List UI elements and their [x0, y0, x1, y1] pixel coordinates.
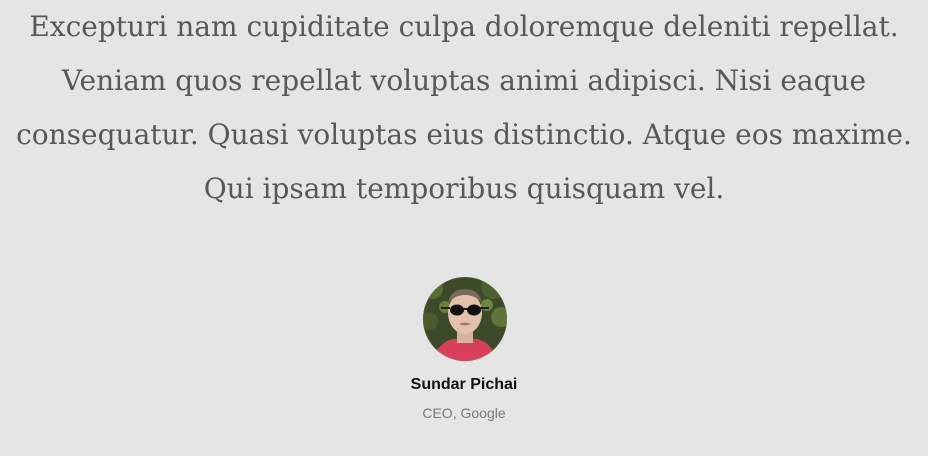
- author-role: CEO, Google: [422, 405, 506, 421]
- author-avatar: [423, 277, 507, 361]
- quote-line-1: Excepturi nam cupiditate culpa doloremqu…: [29, 10, 899, 43]
- quote-line-2: Veniam quos repellat voluptas animi adip…: [61, 64, 867, 97]
- testimonial-section: Excepturi nam cupiditate culpa doloremqu…: [0, 0, 928, 456]
- avatar-photo: [423, 277, 507, 361]
- quote-line-3: consequatur. Quasi voluptas eius distinc…: [16, 118, 912, 151]
- testimonial-quote: Excepturi nam cupiditate culpa doloremqu…: [0, 0, 928, 216]
- quote-line-4: Qui ipsam temporibus quisquam vel.: [203, 172, 725, 205]
- author-name: Sundar Pichai: [410, 376, 518, 393]
